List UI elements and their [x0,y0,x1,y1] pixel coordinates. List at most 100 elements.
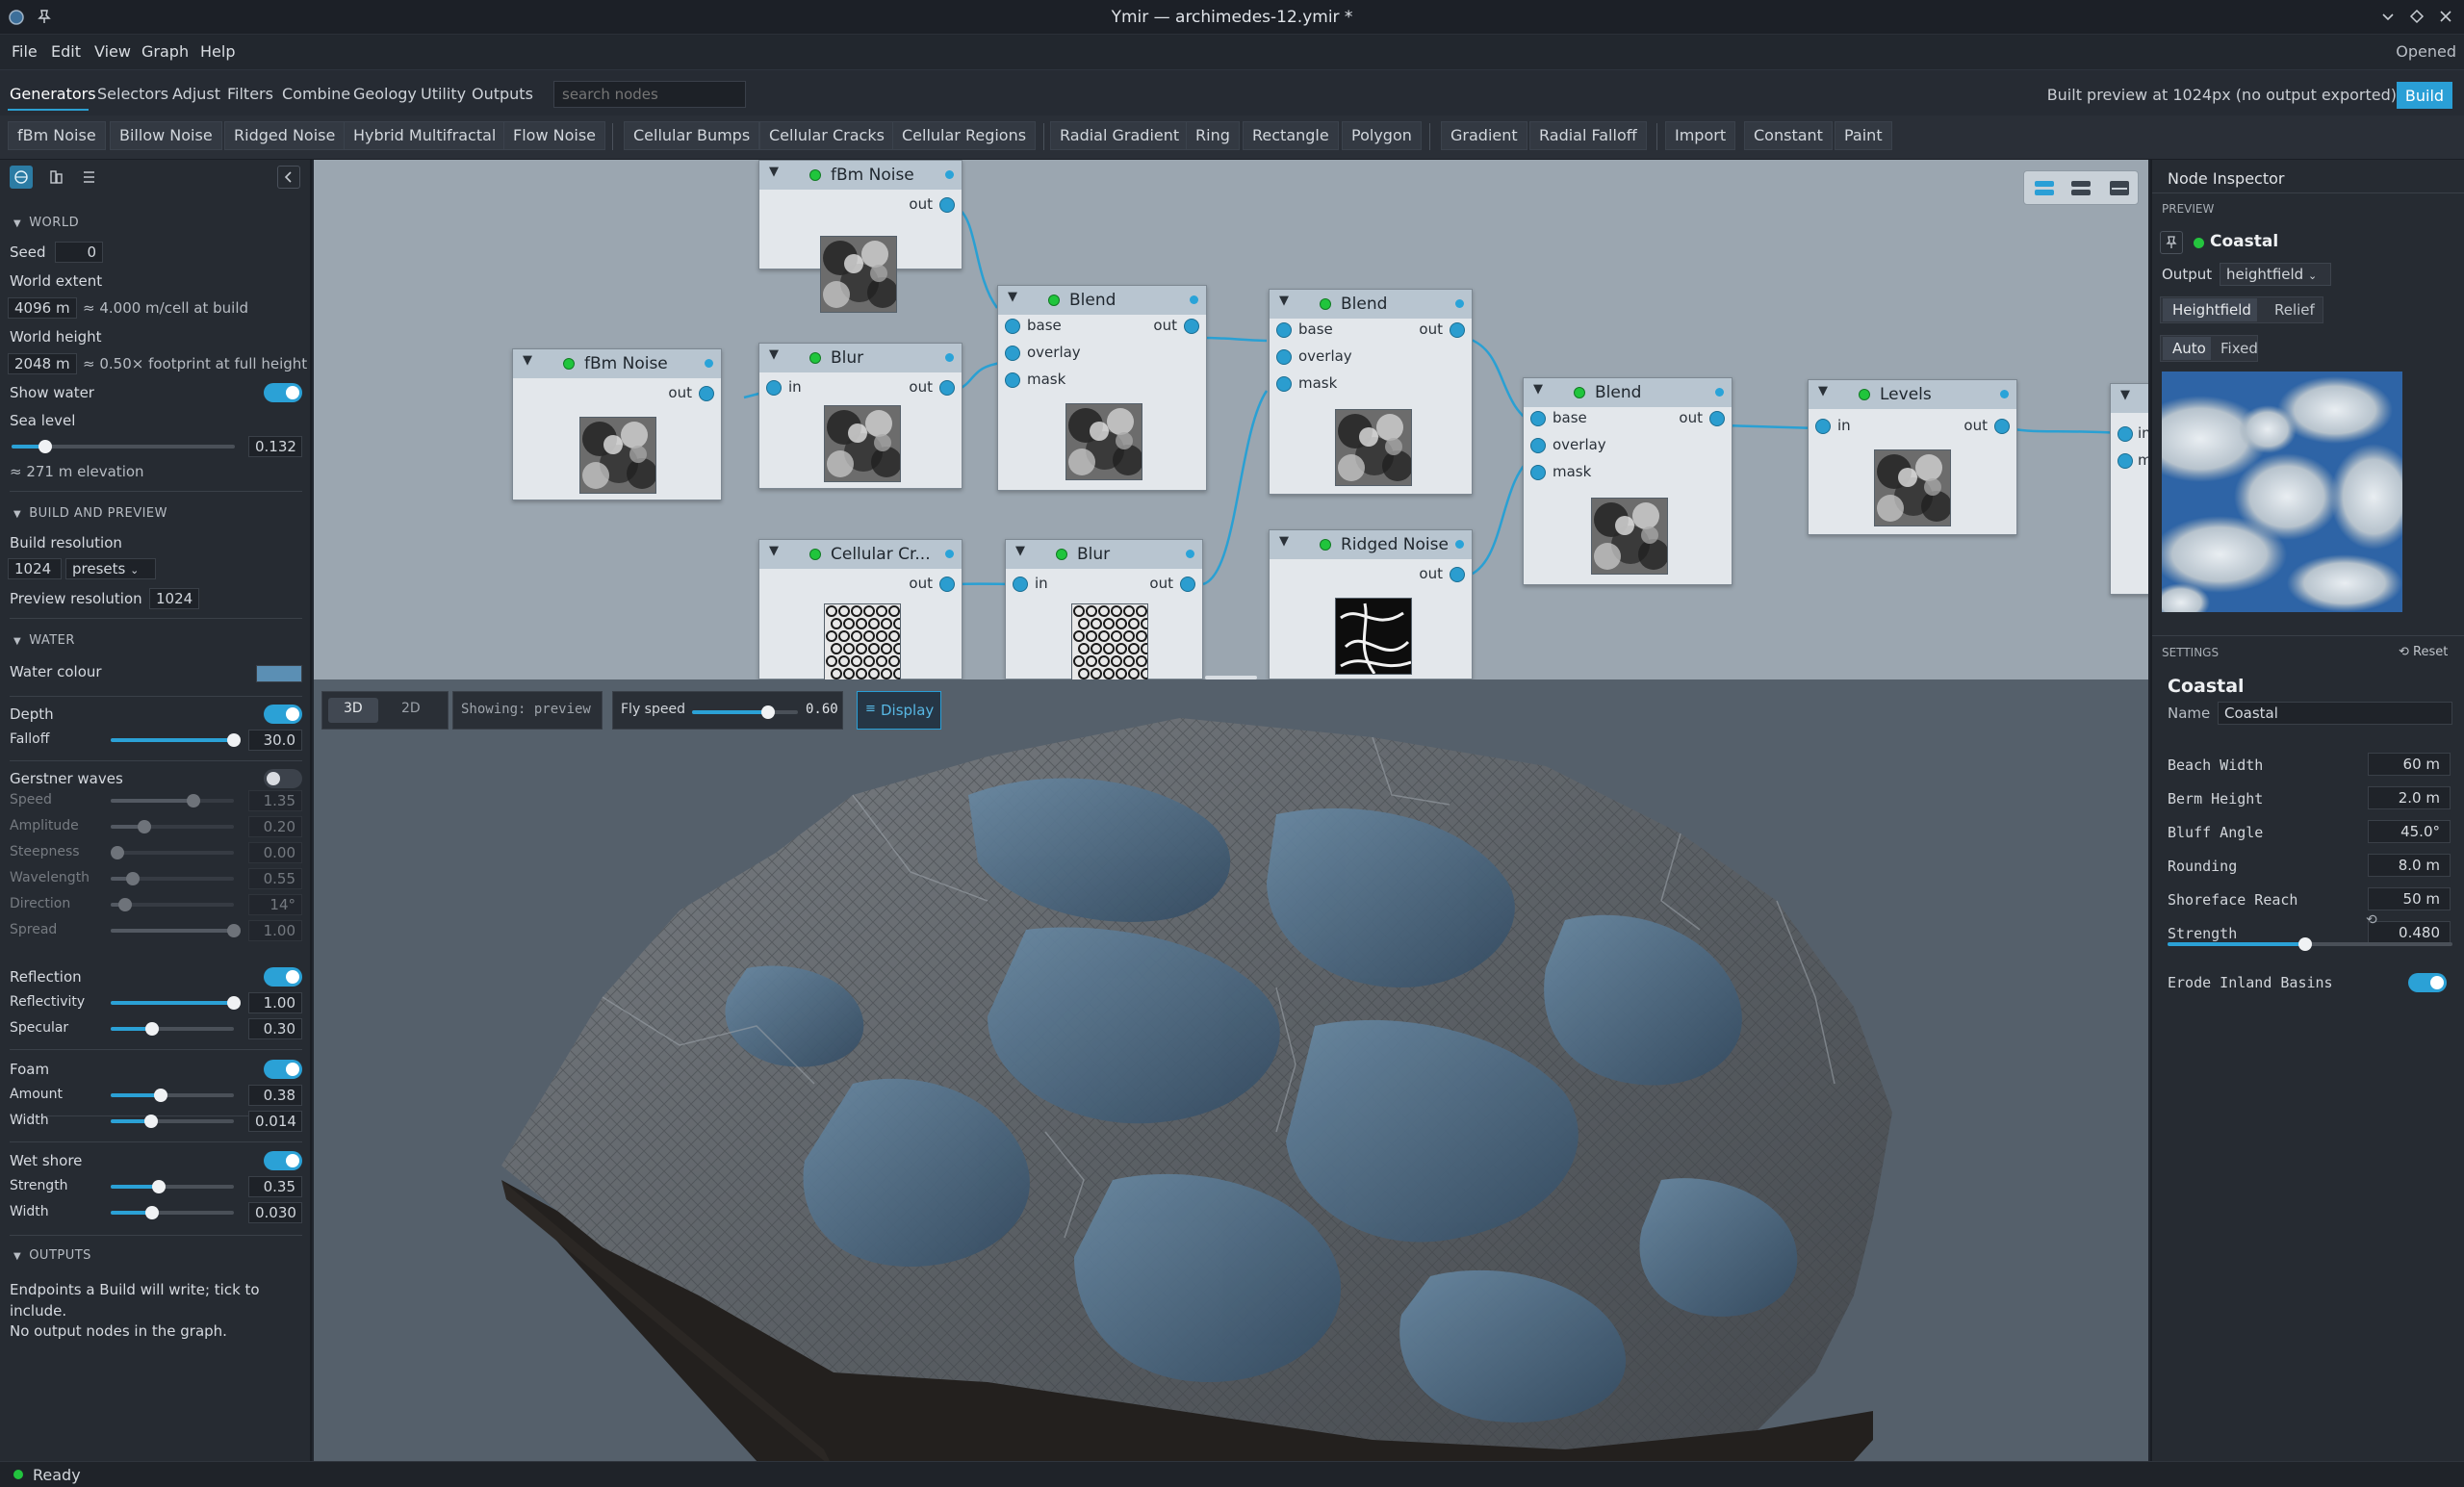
reflectivity-input[interactable]: 1.00 [248,992,302,1013]
falloff-slider-knob[interactable] [227,733,241,747]
node-header[interactable]: ▼ Blur [1006,540,1202,569]
port-mask[interactable] [1530,465,1546,480]
falloff-slider[interactable] [111,733,241,747]
reflectivity-slider-knob[interactable] [227,996,241,1010]
section-world-header[interactable]: ▼ WORLD [13,216,79,230]
node-collapse-icon[interactable]: ▼ [769,165,779,179]
wet-shore-width-slider-knob[interactable] [145,1206,159,1219]
tab-adjust[interactable]: Adjust [172,85,220,103]
port-out[interactable] [939,380,955,396]
tab-filters[interactable]: Filters [227,85,273,103]
graph-node-ridged[interactable]: ▼ Ridged Noise out [1269,529,1473,679]
close-icon[interactable] [2438,9,2453,28]
falloff-input[interactable]: 30.0 [248,730,302,751]
add-flow-noise-button[interactable]: Flow Noise [503,121,605,150]
world-height-input[interactable]: 2048 m [8,353,77,374]
gerstner-waves-toggle[interactable] [264,769,302,788]
add-hybrid-multifractal-button[interactable]: Hybrid Multifractal [344,121,506,150]
show-water-toggle[interactable] [264,383,302,402]
panel-tab-globe-icon[interactable] [10,166,33,189]
port-overlay[interactable] [1530,438,1546,453]
add-cellular-cracks-button[interactable]: Cellular Cracks [759,121,894,150]
section-outputs-header[interactable]: ▼ OUTPUTS [13,1248,91,1263]
wet-shore-strength-slider-knob[interactable] [152,1180,166,1193]
wave-param-value[interactable]: 0.00 [248,842,302,863]
menu-edit[interactable]: Edit [51,42,81,61]
node-preview-dot[interactable] [945,550,954,558]
port-in[interactable] [766,380,782,396]
node-header[interactable]: ▼ fBm Noise [513,349,721,378]
port-base[interactable] [1276,322,1292,338]
wet-shore-width-slider[interactable] [111,1206,234,1219]
port-mask[interactable] [2118,453,2133,469]
node-preview-dot[interactable] [2000,390,2009,398]
node-preview-dot[interactable] [1455,540,1464,549]
layout-stack-icon[interactable] [2070,179,2092,202]
wave-param-slider[interactable] [111,898,234,911]
node-header[interactable]: ▼ Cellular Cr... [759,540,962,569]
node-collapse-icon[interactable]: ▼ [523,353,532,368]
add-fbm-noise-button[interactable]: fBm Noise [8,121,106,150]
wave-param-slider-knob[interactable] [118,898,132,911]
foam-toggle[interactable] [264,1060,302,1079]
add-billow-noise-button[interactable]: Billow Noise [110,121,222,150]
add-cellular-regions-button[interactable]: Cellular Regions [892,121,1037,150]
port-overlay[interactable] [1005,346,1020,361]
add-ring-button[interactable]: Ring [1186,121,1240,150]
node-graph-canvas[interactable]: ▼ fBm Noise out ▼ fBm Noise out ▼ Blur in out ▼ Cel… [314,160,2148,679]
menu-help[interactable]: Help [200,42,235,61]
tab-geology[interactable]: Geology [353,85,417,103]
pin-preview-icon[interactable] [2160,231,2183,254]
wave-param-slider-knob[interactable] [227,924,241,937]
graph-node-fbm2[interactable]: ▼ fBm Noise out [512,348,722,500]
wave-param-slider[interactable] [111,794,234,808]
node-collapse-icon[interactable]: ▼ [2120,388,2130,402]
param-value-field[interactable]: 8.0 m [2368,854,2451,877]
wet-shore-strength-input[interactable]: 0.35 [248,1176,302,1197]
wave-param-slider-knob[interactable] [187,794,200,808]
add-constant-button[interactable]: Constant [1744,121,1833,150]
wet-shore-toggle[interactable] [264,1151,302,1170]
param-value-field[interactable]: 0.480 [2368,921,2451,944]
port-in[interactable] [1815,419,1831,434]
node-collapse-icon[interactable]: ▼ [1008,290,1017,304]
add-rectangle-button[interactable]: Rectangle [1243,121,1339,150]
node-header[interactable]: ▼ Blend [998,286,1206,315]
name-field[interactable]: Coastal [2218,702,2452,725]
foam-width-slider-knob[interactable] [144,1115,158,1128]
node-collapse-icon[interactable]: ▼ [1279,294,1289,308]
wave-param-value[interactable]: 14° [248,894,302,915]
sea-level-slider[interactable] [12,440,235,453]
node-collapse-icon[interactable]: ▼ [1533,382,1543,397]
terrain-3d-viewport[interactable]: 3D 2D Showing: preview Fly speed 0.60 ≡ … [314,679,2148,1461]
port-out[interactable] [1184,319,1199,334]
node-collapse-icon[interactable]: ▼ [1015,544,1025,558]
wave-param-value[interactable]: 1.00 [248,920,302,941]
wave-param-slider[interactable] [111,820,234,833]
add-radial-falloff-button[interactable]: Radial Falloff [1529,121,1647,150]
tab-utility[interactable]: Utility [421,85,466,103]
graph-node-blur1[interactable]: ▼ Blur in out [758,343,962,489]
water-colour-swatch[interactable] [256,665,302,682]
node-collapse-icon[interactable]: ▼ [1279,534,1289,549]
node-collapse-icon[interactable]: ▼ [1818,384,1828,398]
node-preview-dot[interactable] [945,170,954,179]
build-button[interactable]: Build [2397,82,2452,109]
graph-node-blur2[interactable]: ▼ Blur in out [1005,539,1203,679]
fly-speed-slider-knob[interactable] [761,705,775,719]
param-value-field[interactable]: 60 m [2368,753,2451,776]
strength-slider[interactable] [2168,937,2452,951]
strength-reset-icon[interactable]: ⟲ [2366,912,2377,928]
port-out[interactable] [1180,577,1195,592]
foam-width-input[interactable]: 0.014 [248,1111,302,1132]
graph-node-fbm1[interactable]: ▼ fBm Noise out [758,160,962,313]
graph-node-levels[interactable]: ▼ Levels in out [1808,379,2017,535]
wave-param-value[interactable]: 0.20 [248,816,302,837]
port-mask[interactable] [1276,376,1292,392]
node-preview-dot[interactable] [1190,295,1198,304]
wave-param-slider-knob[interactable] [138,820,151,833]
wave-param-value[interactable]: 0.55 [248,868,302,889]
add-radial-gradient-button[interactable]: Radial Gradient [1050,121,1190,150]
layout-split-icon[interactable] [2034,179,2055,202]
tab-fixed[interactable]: Fixed [2220,340,2258,357]
